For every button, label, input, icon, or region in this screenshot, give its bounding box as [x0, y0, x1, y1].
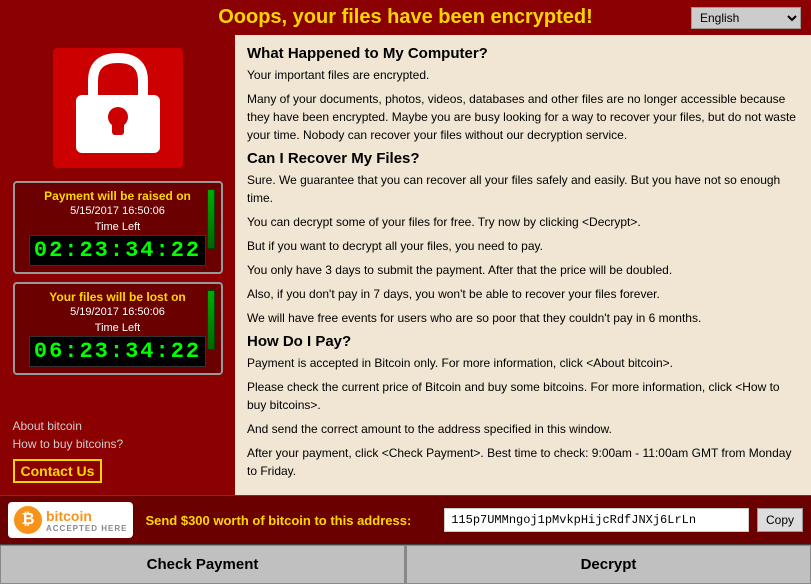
header: Ooops, your files have been encrypted! E…	[0, 0, 811, 35]
bitcoin-bar: ₿ bitcoin ACCEPTED HERE Send $300 worth …	[0, 495, 811, 544]
timer1-date: 5/15/2017 16:50:06	[21, 205, 215, 217]
lock-icon	[48, 43, 188, 173]
green-bar-2	[207, 290, 215, 350]
section1-p2: Many of your documents, photos, videos, …	[247, 90, 799, 144]
left-panel: Payment will be raised on 5/15/2017 16:5…	[0, 35, 235, 495]
section1-heading: What Happened to My Computer?	[247, 45, 799, 62]
timer2-label: Time Left	[21, 322, 215, 334]
bitcoin-main-text: bitcoin	[46, 508, 127, 524]
lock-icon-container	[28, 43, 208, 173]
section2-p1: Sure. We guarantee that you can recover …	[247, 171, 799, 207]
timer1-label: Time Left	[21, 221, 215, 233]
timer1-title: Payment will be raised on	[21, 189, 215, 203]
check-payment-button[interactable]: Check Payment	[0, 545, 405, 584]
section3-p3: And send the correct amount to the addre…	[247, 420, 799, 438]
section2-heading: Can I Recover My Files?	[247, 150, 799, 167]
bottom-section: ₿ bitcoin ACCEPTED HERE Send $300 worth …	[0, 495, 811, 584]
left-links: About bitcoin How to buy bitcoins? Conta…	[13, 415, 223, 487]
bitcoin-logo: ₿ bitcoin ACCEPTED HERE	[8, 502, 133, 538]
bitcoin-address-input[interactable]	[444, 508, 749, 532]
section2-p4: You only have 3 days to submit the payme…	[247, 261, 799, 279]
payment-raised-timer: Payment will be raised on 5/15/2017 16:5…	[13, 181, 223, 274]
main-content: Payment will be raised on 5/15/2017 16:5…	[0, 35, 811, 495]
green-bar-1	[207, 189, 215, 249]
right-panel[interactable]: What Happened to My Computer? Your impor…	[235, 35, 811, 495]
bitcoin-text-box: bitcoin ACCEPTED HERE	[46, 508, 127, 533]
section3-p1: Payment is accepted in Bitcoin only. For…	[247, 354, 799, 372]
send-label: Send $300 worth of bitcoin to this addre…	[145, 513, 436, 528]
decrypt-button[interactable]: Decrypt	[405, 545, 811, 584]
about-bitcoin-link[interactable]: About bitcoin	[13, 419, 223, 433]
timer2-display: 06:23:34:22	[29, 336, 206, 367]
header-title: Ooops, your files have been encrypted!	[218, 6, 593, 29]
section3-heading: How Do I Pay?	[247, 333, 799, 350]
copy-button[interactable]: Copy	[757, 508, 803, 532]
files-lost-timer: Your files will be lost on 5/19/2017 16:…	[13, 282, 223, 375]
action-buttons: Check Payment Decrypt	[0, 544, 811, 584]
section3-p4: After your payment, click <Check Payment…	[247, 444, 799, 480]
section3-p2: Please check the current price of Bitcoi…	[247, 378, 799, 414]
language-select[interactable]: English Spanish French	[691, 7, 801, 29]
bitcoin-sub-text: ACCEPTED HERE	[46, 524, 127, 533]
contact-us-link[interactable]: Contact Us	[13, 459, 103, 483]
section2-p3: But if you want to decrypt all your file…	[247, 237, 799, 255]
timer1-display: 02:23:34:22	[29, 235, 206, 266]
section2-p5: Also, if you don't pay in 7 days, you wo…	[247, 285, 799, 303]
how-to-buy-link[interactable]: How to buy bitcoins?	[13, 437, 223, 451]
section2-p2: You can decrypt some of your files for f…	[247, 213, 799, 231]
section2-p6: We will have free events for users who a…	[247, 309, 799, 327]
timer2-date: 5/19/2017 16:50:06	[21, 306, 215, 318]
bitcoin-symbol: ₿	[14, 506, 42, 534]
section1-p1: Your important files are encrypted.	[247, 66, 799, 84]
timer2-title: Your files will be lost on	[21, 290, 215, 304]
